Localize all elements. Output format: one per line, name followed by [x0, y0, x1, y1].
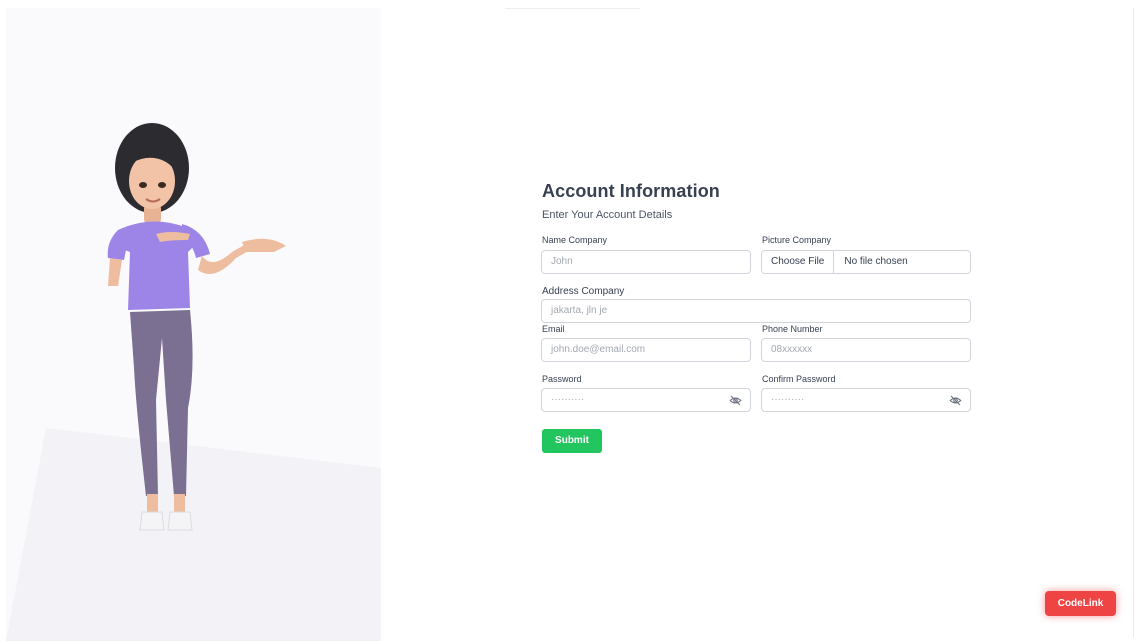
- top-divider: [505, 8, 640, 9]
- right-scroll-edge: [1133, 8, 1134, 638]
- confirm-password-placeholder: ··········: [771, 394, 805, 405]
- address-company-placeholder: jakarta, jln je: [551, 305, 608, 316]
- password-placeholder: ··········: [551, 394, 585, 405]
- name-company-placeholder: John: [551, 256, 573, 267]
- codelink-button[interactable]: CodeLink: [1045, 591, 1116, 616]
- choose-file-button[interactable]: Choose File: [762, 251, 835, 273]
- password-input[interactable]: ··········: [541, 388, 751, 412]
- address-company-label: Address Company: [542, 286, 625, 297]
- form-title: Account Information: [542, 181, 720, 201]
- eye-off-icon[interactable]: [949, 394, 962, 407]
- file-status-text: No file chosen: [844, 256, 908, 267]
- address-company-input[interactable]: jakarta, jln je: [541, 299, 971, 323]
- name-company-input[interactable]: John: [541, 250, 751, 274]
- email-input[interactable]: john.doe@email.com: [541, 338, 751, 362]
- confirm-password-label: Confirm Password: [762, 374, 836, 384]
- confirm-password-input[interactable]: ··········: [761, 388, 971, 412]
- picture-company-label: Picture Company: [762, 235, 832, 245]
- picture-company-file-input[interactable]: Choose File No file chosen: [761, 250, 971, 274]
- name-company-label: Name Company: [542, 235, 608, 245]
- woman-character-illustration: [107, 123, 286, 531]
- phone-number-input[interactable]: 08xxxxxx: [761, 338, 971, 362]
- illustration-panel: [6, 8, 381, 641]
- email-placeholder: john.doe@email.com: [551, 344, 646, 355]
- password-label: Password: [542, 374, 582, 384]
- eye-off-icon[interactable]: [729, 394, 742, 407]
- phone-placeholder: 08xxxxxx: [771, 344, 813, 355]
- form-subtitle: Enter Your Account Details: [542, 209, 673, 221]
- email-label: Email: [542, 324, 565, 334]
- phone-number-label: Phone Number: [762, 324, 823, 334]
- submit-button[interactable]: Submit: [542, 429, 602, 453]
- account-form-header: Account Information Enter Your Account D…: [542, 180, 972, 222]
